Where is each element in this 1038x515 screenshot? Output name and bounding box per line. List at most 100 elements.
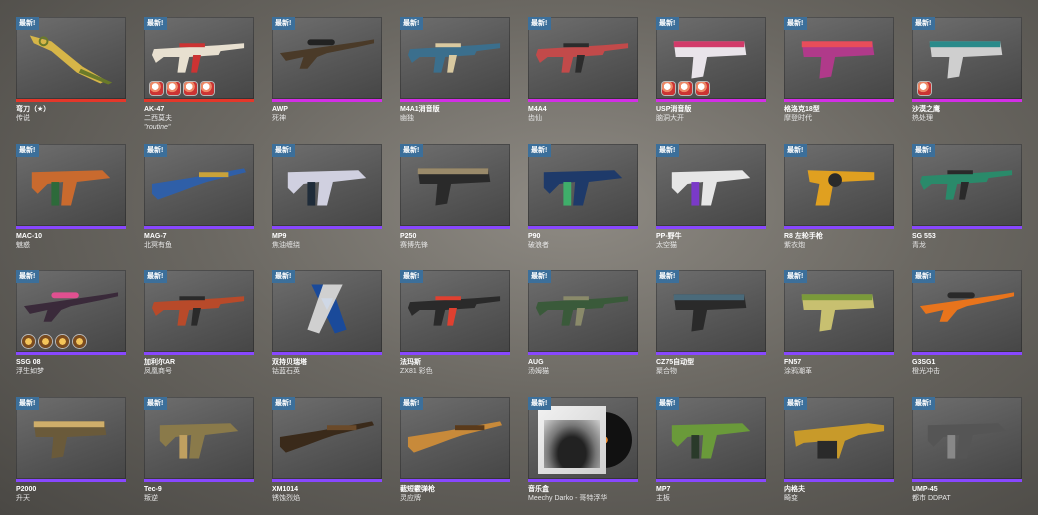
inventory-item[interactable]: 最新! SSG 08 浮生如梦 bbox=[16, 270, 126, 376]
item-thumbnail[interactable]: 最新! bbox=[528, 17, 638, 99]
new-badge: 最新! bbox=[528, 397, 552, 410]
inventory-item[interactable]: 最新! P250 赛博先锋 bbox=[400, 144, 510, 250]
inventory-item[interactable]: 最新! M4A4 齿仙 bbox=[528, 17, 638, 123]
inventory-item[interactable]: 最新! SG 553 青龙 bbox=[912, 144, 1022, 250]
item-thumbnail[interactable]: 最新! bbox=[272, 270, 382, 352]
pistol-icon bbox=[673, 294, 747, 332]
rarity-bar bbox=[656, 226, 766, 229]
pistol-icon bbox=[929, 41, 1003, 79]
item-thumbnail[interactable]: 最新! bbox=[144, 144, 254, 226]
item-finish: 主板 bbox=[656, 495, 670, 502]
rarity-bar bbox=[272, 479, 382, 482]
item-finish: 脑洞大开 bbox=[656, 115, 684, 122]
smg-icon bbox=[159, 423, 239, 459]
item-thumbnail[interactable]: 最新! bbox=[656, 270, 766, 352]
item-thumbnail[interactable]: 最新! bbox=[912, 270, 1022, 352]
inventory-item[interactable]: 最新! AWP 死神 bbox=[272, 17, 382, 123]
item-name: MAG-7 bbox=[144, 233, 167, 240]
item-thumbnail[interactable]: 最新! bbox=[528, 144, 638, 226]
rarity-bar bbox=[16, 99, 126, 102]
item-finish: 橙光冲击 bbox=[912, 368, 940, 375]
inventory-item[interactable]: 最新! CZ75自动型 聚合物 bbox=[656, 270, 766, 376]
item-thumbnail[interactable]: 最新! bbox=[784, 397, 894, 479]
item-thumbnail[interactable]: 最新! bbox=[144, 397, 254, 479]
inventory-item[interactable]: 最新! UMP-45 都市 DDPAT bbox=[912, 397, 1022, 503]
new-badge: 最新! bbox=[144, 397, 168, 410]
item-thumbnail[interactable]: 最新! bbox=[16, 270, 126, 352]
inventory-item[interactable]: 最新! FN57 涂鸦潮革 bbox=[784, 270, 894, 376]
item-thumbnail[interactable]: 最新! bbox=[656, 17, 766, 99]
inventory-item[interactable]: 最新! 法玛斯 ZX81 彩色 bbox=[400, 270, 510, 376]
smg-icon bbox=[927, 423, 1007, 459]
item-name: MP7 bbox=[656, 486, 671, 493]
item-thumbnail[interactable]: 最新! bbox=[272, 17, 382, 99]
item-finish: 北冥有鱼 bbox=[144, 242, 172, 249]
item-thumbnail[interactable]: 最新! bbox=[16, 397, 126, 479]
item-thumbnail[interactable]: 最新! bbox=[16, 144, 126, 226]
smg-icon bbox=[671, 423, 751, 459]
inventory-item[interactable]: 最新! M4A1消音版 幽独 bbox=[400, 17, 510, 123]
item-thumbnail[interactable]: 最新! bbox=[272, 144, 382, 226]
inventory-item[interactable]: 最新! MAC-10 魅惑 bbox=[16, 144, 126, 250]
inventory-item[interactable]: 最新! XM1014 锈蚀烈焰 bbox=[272, 397, 382, 503]
pistol-icon bbox=[801, 294, 875, 332]
rarity-bar bbox=[144, 99, 254, 102]
item-thumbnail[interactable]: 最新! bbox=[784, 144, 894, 226]
item-thumbnail[interactable]: 最新! bbox=[272, 397, 382, 479]
item-finish: 青龙 bbox=[912, 242, 926, 249]
inventory-item[interactable]: 最新! 双持贝瑞塔 钴蓝石英 bbox=[272, 270, 382, 376]
new-badge: 最新! bbox=[656, 144, 680, 157]
new-badge: 最新! bbox=[16, 270, 40, 283]
inventory-item[interactable]: 最新! 加利尔AR 凤凰商号 bbox=[144, 270, 254, 376]
item-thumbnail[interactable]: 最新! bbox=[912, 397, 1022, 479]
item-thumbnail[interactable]: 最新! bbox=[400, 17, 510, 99]
inventory-item[interactable]: 最新! P2000 升天 bbox=[16, 397, 126, 503]
inventory-item[interactable]: 最新! 音乐盒 Meechy Darko - 哥特浮华 bbox=[528, 397, 638, 503]
item-finish: ZX81 彩色 bbox=[400, 368, 433, 375]
new-badge: 最新! bbox=[144, 144, 168, 157]
item-thumbnail[interactable]: 最新! bbox=[784, 17, 894, 99]
item-thumbnail[interactable]: 最新! bbox=[656, 397, 766, 479]
rifle-icon bbox=[407, 43, 501, 73]
inventory-item[interactable]: 最新! G3SG1 橙光冲击 bbox=[912, 270, 1022, 376]
inventory-item[interactable]: 最新! Tec-9 叛逆 bbox=[144, 397, 254, 503]
item-thumbnail[interactable]: 最新! bbox=[16, 17, 126, 99]
new-badge: 最新! bbox=[272, 144, 296, 157]
inventory-item[interactable]: 最新! MAG-7 北冥有鱼 bbox=[144, 144, 254, 250]
item-thumbnail[interactable]: 最新! bbox=[144, 17, 254, 99]
item-finish: 凤凰商号 bbox=[144, 368, 172, 375]
item-thumbnail[interactable]: 最新! bbox=[400, 144, 510, 226]
pistol-icon bbox=[673, 41, 747, 79]
rarity-bar bbox=[784, 479, 894, 482]
inventory-item[interactable]: 最新! 弯刀（★） 传说 bbox=[16, 17, 126, 123]
inventory-item[interactable]: 最新! P90 破浪者 bbox=[528, 144, 638, 250]
item-thumbnail[interactable]: 最新! bbox=[912, 17, 1022, 99]
item-thumbnail[interactable]: 最新! bbox=[656, 144, 766, 226]
item-name: AWP bbox=[272, 106, 288, 113]
item-thumbnail[interactable]: 最新! bbox=[400, 397, 510, 479]
inventory-item[interactable]: 最新! MP9 焦油缠绕 bbox=[272, 144, 382, 250]
item-finish: 都市 DDPAT bbox=[912, 495, 951, 502]
inventory-item[interactable]: 最新! 格洛克18型 摩登时代 bbox=[784, 17, 894, 123]
item-name: Tec-9 bbox=[144, 486, 162, 493]
new-badge: 最新! bbox=[656, 17, 680, 30]
item-thumbnail[interactable]: 最新! bbox=[144, 270, 254, 352]
item-name: 法玛斯 bbox=[400, 359, 421, 366]
inventory-item[interactable]: 最新! 内格夫 畸变 bbox=[784, 397, 894, 503]
item-finish: 幽独 bbox=[400, 115, 414, 122]
inventory-item[interactable]: 最新! AUG 汤姆猫 bbox=[528, 270, 638, 376]
item-thumbnail[interactable]: 最新! bbox=[784, 270, 894, 352]
inventory-item[interactable]: 最新! AK-47 二西莫夫 "routine" bbox=[144, 17, 254, 132]
inventory-item[interactable]: 最新! 截短霰弹枪 灵应牌 bbox=[400, 397, 510, 503]
inventory-item[interactable]: 最新! R8 左轮手枪 紫衣炮 bbox=[784, 144, 894, 250]
item-thumbnail[interactable]: 最新! bbox=[912, 144, 1022, 226]
inventory-item[interactable]: 最新! USP消音版 脑洞大开 bbox=[656, 17, 766, 123]
item-thumbnail[interactable]: 最新! bbox=[528, 397, 638, 479]
inventory-item[interactable]: 最新! PP-野牛 太空猫 bbox=[656, 144, 766, 250]
item-thumbnail[interactable]: 最新! bbox=[400, 270, 510, 352]
inventory-item[interactable]: 最新! 沙漠之鹰 热处理 bbox=[912, 17, 1022, 123]
item-thumbnail[interactable]: 最新! bbox=[528, 270, 638, 352]
rarity-bar bbox=[784, 99, 894, 102]
item-name: 加利尔AR bbox=[144, 359, 176, 366]
inventory-item[interactable]: 最新! MP7 主板 bbox=[656, 397, 766, 503]
